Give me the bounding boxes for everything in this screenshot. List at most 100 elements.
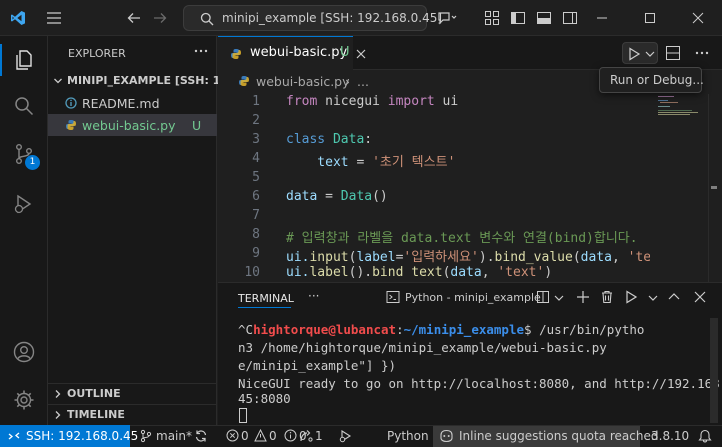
code-line-10[interactable]: ui.label().bind text(data, 'text') [286,265,650,280]
code-token: nicegui [317,94,388,109]
panel-more-button[interactable]: ··· [308,289,319,303]
error-count[interactable]: 0 [241,429,249,443]
code-line-8[interactable]: # 입력창과 라벨을 data.text 변수와 연결(bind)합니다. [286,227,650,246]
breadcrumb-more[interactable]: ... [357,74,369,89]
terminal-line: e/minipi_example"] }) [238,358,397,373]
code-token: class [286,132,326,147]
explorer-title: EXPLORER [68,47,126,60]
line-number: 3 [252,132,260,147]
toggle-panel-icon[interactable] [536,10,552,26]
run-icon[interactable] [624,290,638,304]
run-tooltip: Run or Debug... [599,67,704,93]
ports-forward-icon [300,430,313,442]
warning-count[interactable]: 0 [269,429,277,443]
remote-label: SSH: 192.168.0.45 [26,429,139,443]
menu-icon[interactable] [46,11,62,25]
line-number: 2 [252,113,260,128]
copilot-status[interactable]: Inline suggestions quota reached [433,426,658,447]
language-mode[interactable]: Python [387,429,429,443]
account-icon[interactable] [12,340,36,364]
terminal-user: hightorque@lubancat [253,322,397,337]
terminal-cursor [239,408,247,423]
code-token: label [309,265,349,280]
close-window-icon[interactable] [692,12,704,24]
forward-arrow-icon[interactable] [152,11,168,25]
ports-count[interactable]: 1 [315,429,323,443]
code-token: (). [348,265,373,280]
tab-status: U [340,45,350,60]
remote-indicator[interactable]: SSH: 192.168.0.45 [0,425,138,447]
code-line-1[interactable]: from nicegui import ui [286,94,458,109]
chevron-down-icon[interactable] [648,294,658,302]
code-token: ( [572,250,581,265]
more-actions-icon[interactable] [194,49,208,53]
run-debug-icon[interactable] [12,192,36,216]
code-line-9[interactable]: ui.input(label='입력하세요').bind_value(data,… [286,246,650,265]
close-panel-icon[interactable] [694,291,706,303]
outline-section[interactable]: OUTLINE [48,383,217,403]
notifications-bell-icon[interactable] [697,428,713,443]
terminal-text: : [396,322,404,337]
explorer-icon[interactable] [12,48,36,72]
git-branch[interactable]: main* [156,429,192,443]
code-token: '입력하세요' [403,250,479,265]
maximize-window-icon[interactable] [644,12,656,24]
run-debug-status-icon[interactable] [338,429,352,443]
code-token: '초기 텍스트' [372,155,456,170]
kill-terminal-icon[interactable] [600,290,614,304]
file-item-readme[interactable]: README.md [48,92,217,114]
line-number: 5 [252,170,260,185]
remote-icon [8,432,20,440]
new-terminal-icon[interactable] [576,290,590,304]
code-token: from [286,94,318,109]
code-token: : [364,132,373,147]
line-number: 1 [252,94,260,109]
git-branch-icon [140,429,152,443]
breadcrumb-file[interactable]: webui-basic.py [256,74,350,89]
code-token: text [286,155,349,170]
terminal-scrollbar[interactable] [710,318,718,423]
chevron-right-icon [55,411,61,419]
copilot-chat-icon[interactable] [437,10,457,26]
minimap[interactable] [654,94,704,124]
python-file-icon [239,76,249,86]
code-line-6[interactable]: data = Data() [286,189,388,204]
split-terminal-icon[interactable] [536,290,550,304]
customize-layout-icon[interactable] [484,10,500,26]
back-arrow-icon[interactable] [126,11,142,25]
more-actions-icon[interactable] [695,51,709,55]
copilot-icon [440,429,453,443]
chevron-down-icon [54,78,62,84]
error-icon [226,429,239,442]
run-button[interactable] [622,42,658,64]
toggle-sidebar-icon[interactable] [510,10,526,26]
terminal-name[interactable]: Python - minipi_example [405,291,541,304]
code-token: Data [340,189,373,204]
editor-scrollbar[interactable] [708,94,718,282]
maximize-panel-icon[interactable] [668,292,680,302]
search-sidebar-icon[interactable] [12,94,36,118]
tab-label: webui-basic.py [250,45,348,60]
tab-webui-basic[interactable]: webui-basic.py U [218,36,366,70]
split-editor-icon[interactable] [665,45,681,61]
sync-icon[interactable] [194,429,208,443]
file-item-webui-basic[interactable]: webui-basic.py U [48,114,217,136]
code-token: ) [544,265,553,280]
manage-gear-icon[interactable] [12,388,36,412]
terminal-line: 45:8080 [238,391,291,406]
close-tab-icon[interactable] [356,49,366,59]
minimize-window-icon[interactable] [596,12,608,24]
timeline-section[interactable]: TIMELINE [48,404,217,425]
command-center-search[interactable]: minipi_example [SSH: 192.168.0.45] [183,5,442,31]
code-line-3[interactable]: class Data: [286,132,372,147]
code-token: bind_value [494,250,573,265]
chevron-down-icon[interactable] [554,294,564,302]
code-token: input [309,250,349,265]
folder-header[interactable]: MINIPI_EXAMPLE [SSH: 19... [48,70,241,92]
code-token: data [580,250,612,265]
terminal-tab[interactable]: TERMINAL [238,291,294,305]
toggle-secondary-sidebar-icon[interactable] [562,10,578,26]
code-line-4[interactable]: text = '초기 텍스트' [286,151,455,170]
python-version[interactable]: 3.8.10 [651,429,689,443]
line-number: 7 [252,208,260,223]
